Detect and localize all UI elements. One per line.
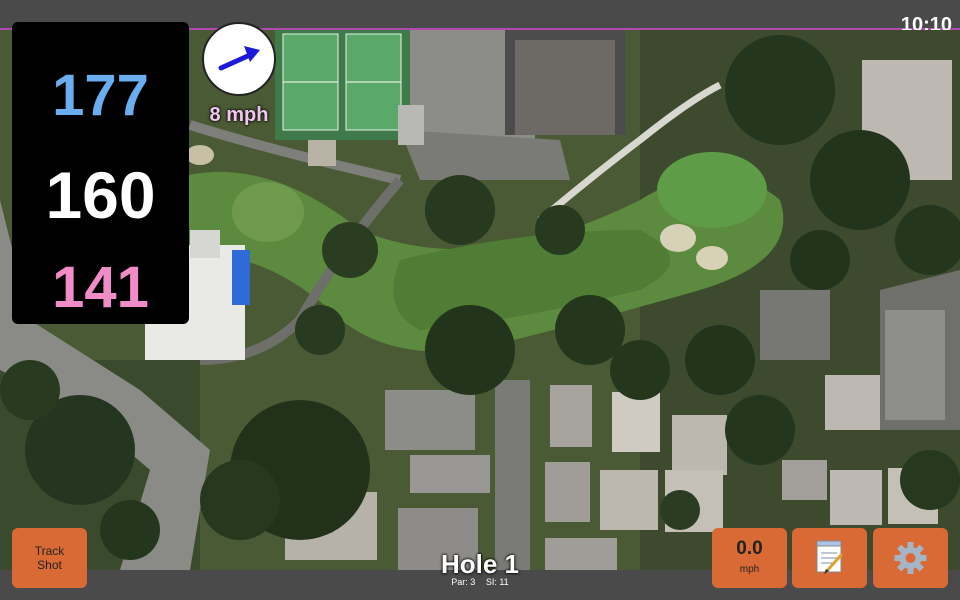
track-shot-button[interactable]: Track Shot: [12, 528, 87, 588]
distance-panel: 177 160 141: [12, 22, 189, 324]
hole-title: Hole 1: [440, 549, 520, 579]
track-shot-label-line1: Track: [34, 544, 65, 558]
hole-info: Par: 3 SI: 11: [390, 577, 570, 587]
hole-par: Par: 3: [451, 577, 476, 587]
wind-dial: [202, 22, 276, 96]
notes-button[interactable]: [792, 528, 867, 588]
wind-arrow-icon: [218, 46, 260, 71]
speed-unit: mph: [739, 564, 760, 575]
wind-speed: 8 mph: [209, 104, 269, 126]
speed-value: 0.0: [736, 538, 763, 559]
front-distance: 141: [52, 255, 149, 320]
settings-button[interactable]: [873, 528, 948, 588]
center-distance: 160: [45, 158, 156, 232]
track-shot-label-line2: Shot: [37, 558, 62, 572]
notepad-icon: [816, 540, 844, 574]
back-distance: 177: [52, 63, 149, 128]
hole-stroke-index: SI: 11: [485, 577, 509, 587]
speed-button[interactable]: 0.0 mph: [712, 528, 787, 588]
gear-icon: [894, 542, 927, 574]
